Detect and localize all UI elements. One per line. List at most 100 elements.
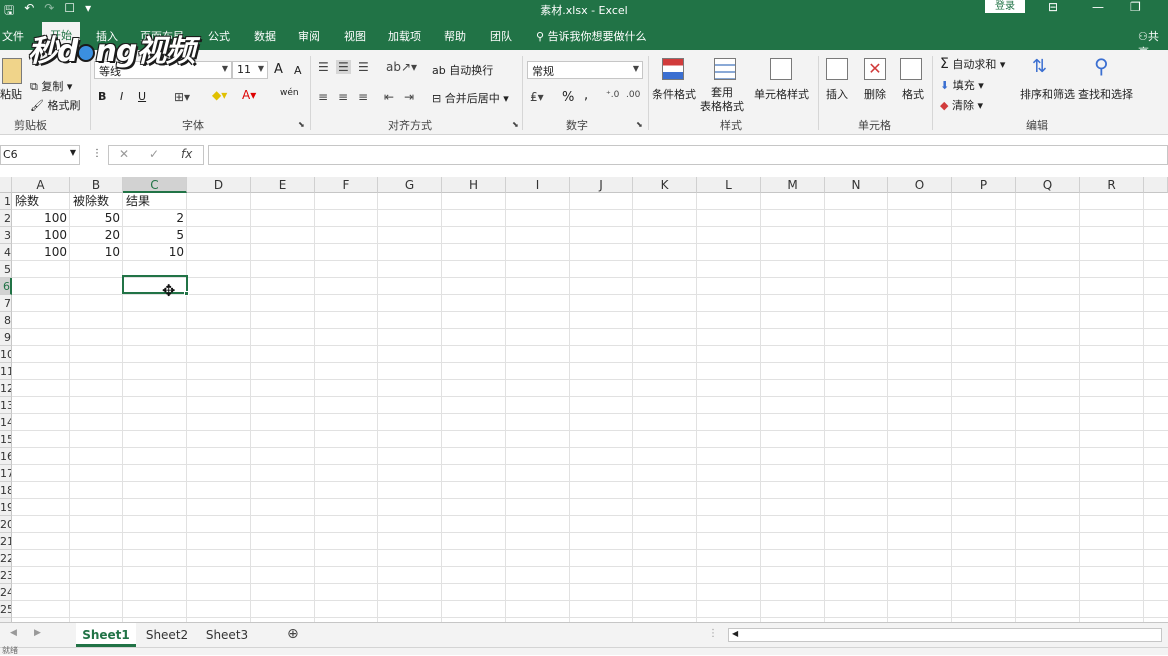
row-header[interactable]: 10 [0,346,12,363]
column-header[interactable]: L [697,177,761,193]
insert-function-button[interactable]: fx [181,147,192,161]
formula-input[interactable] [208,145,1168,165]
row-header[interactable]: 18 [0,482,12,499]
column-header[interactable]: M [761,177,825,193]
column-header[interactable]: N [825,177,888,193]
cell-C4[interactable]: 10 [123,244,187,261]
cell-C3[interactable]: 5 [123,227,187,244]
fill-handle[interactable] [184,291,189,296]
cell-A2[interactable]: 100 [12,210,70,227]
clear-button[interactable]: ◆ 清除 ▾ [940,97,983,113]
login-button[interactable]: 登录 [985,0,1025,13]
row-header[interactable]: 4 [0,244,12,261]
row-header[interactable]: 16 [0,448,12,465]
column-header[interactable]: J [570,177,633,193]
column-header[interactable]: G [378,177,442,193]
tab-data[interactable]: 数据 [254,28,276,44]
tab-help[interactable]: 帮助 [444,28,466,44]
format-painter-button[interactable]: 🖌 格式刷 [30,97,80,113]
align-left-icon[interactable]: ≡ [318,90,328,104]
paste-icon[interactable] [2,58,22,84]
column-header[interactable]: C [123,177,187,193]
column-header[interactable]: P [952,177,1016,193]
minimize-icon[interactable]: — [1092,0,1104,14]
align-top-icon[interactable]: ☰ [318,60,329,74]
sort-filter-button[interactable]: 排序和筛选 [1020,86,1075,102]
conditional-format-button[interactable]: 条件格式 [652,86,696,102]
cell-styles-button[interactable]: 单元格样式 [754,86,809,102]
bold-button[interactable]: B [98,90,106,103]
currency-icon[interactable]: ₤▾ [530,90,544,104]
row-header[interactable]: 7 [0,295,12,312]
decrease-indent-icon[interactable]: ⇤ [384,90,394,104]
percent-button[interactable]: % [562,90,574,105]
row-header[interactable]: 8 [0,312,12,329]
select-all-corner[interactable] [0,177,12,193]
grow-font-button[interactable]: A [274,62,283,77]
decrease-decimal-icon[interactable]: .00 [626,90,640,100]
cancel-icon[interactable]: ✕ [119,147,129,161]
ribbon-display-icon[interactable]: ⊟ [1048,0,1058,14]
cell-C2[interactable]: 2 [123,210,187,227]
scroll-right-icon[interactable]: ▶ [34,628,41,638]
column-header[interactable] [1144,177,1168,193]
row-header[interactable]: 14 [0,414,12,431]
active-cell-C6[interactable] [122,275,188,294]
italic-button[interactable]: I [120,90,123,103]
merge-center-button[interactable]: ⊟ 合并后居中 ▾ [432,90,509,106]
conditional-format-icon[interactable] [662,58,684,80]
insert-cells-icon[interactable] [826,58,848,80]
fill-color-icon[interactable]: ◆▾ [212,88,227,102]
fill-button[interactable]: ⬇ 填充 ▾ [940,77,984,93]
row-header[interactable]: 21 [0,533,12,550]
row-header[interactable]: 1 [0,193,12,210]
increase-decimal-icon[interactable]: ⁺.0 [606,90,619,100]
column-header[interactable]: F [315,177,378,193]
tab-review[interactable]: 审阅 [298,28,320,44]
format-table-icon[interactable] [714,58,736,80]
align-right-icon[interactable]: ≡ [358,90,368,104]
tell-me-search[interactable]: ⚲ 告诉我你想要做什么 [536,28,647,44]
sheet-tab-1[interactable]: Sheet1 [76,623,136,647]
phonetic-button[interactable]: wén [280,88,299,98]
spreadsheet-grid[interactable]: A B C D E F G H I J K L M N O P Q R 1234… [0,177,1168,622]
wrap-text-button[interactable]: ab 自动换行 [432,62,493,78]
autosum-button[interactable]: Σ 自动求和 ▾ [940,56,1005,72]
cell-C1[interactable]: 结果 [123,193,187,210]
tab-formulas[interactable]: 公式 [208,28,230,44]
format-cells-icon[interactable] [900,58,922,80]
increase-indent-icon[interactable]: ⇥ [404,90,414,104]
restore-icon[interactable]: ❐ [1130,0,1141,14]
column-header[interactable]: Q [1016,177,1080,193]
row-header[interactable]: 9 [0,329,12,346]
row-header[interactable]: 15 [0,431,12,448]
horizontal-scrollbar[interactable]: ◀ [728,628,1162,642]
tab-team[interactable]: 团队 [490,28,512,44]
cell-A1[interactable]: 除数 [12,193,70,210]
sort-filter-icon[interactable]: ⇅ [1032,56,1047,77]
row-header[interactable]: 23 [0,567,12,584]
column-header[interactable]: H [442,177,506,193]
row-header[interactable]: 19 [0,499,12,516]
cell-B1[interactable]: 被除数 [70,193,123,210]
comma-button[interactable]: , [584,88,588,103]
align-bottom-icon[interactable]: ☰ [358,60,369,74]
delete-cells-button[interactable]: 删除 [864,86,886,102]
sheet-tab-3[interactable]: Sheet3 [198,623,256,647]
row-header[interactable]: 6 [0,278,12,295]
name-box[interactable]: C6 ▼ [0,145,80,165]
row-header[interactable]: 13 [0,397,12,414]
find-select-button[interactable]: 查找和选择 [1078,86,1133,102]
row-header[interactable]: 3 [0,227,12,244]
column-header[interactable]: A [12,177,70,193]
row-header[interactable]: 2 [0,210,12,227]
tab-file[interactable]: 文件 [2,28,24,44]
cell-B2[interactable]: 50 [70,210,123,227]
cell-A3[interactable]: 100 [12,227,70,244]
cell-B3[interactable]: 20 [70,227,123,244]
column-header[interactable]: O [888,177,952,193]
row-header[interactable]: 11 [0,363,12,380]
underline-button[interactable]: U [138,90,146,103]
number-format-select[interactable]: 常规 ▼ [527,61,643,79]
format-table-button[interactable]: 套用 表格格式 [700,86,744,114]
